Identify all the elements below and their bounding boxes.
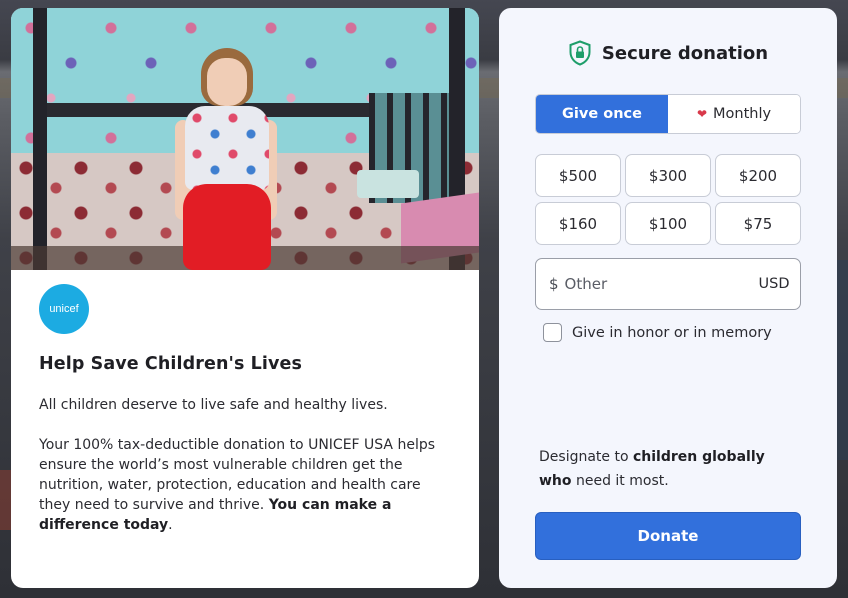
currency-symbol: $: [549, 275, 559, 293]
child-face: [207, 58, 247, 106]
amount-button-160[interactable]: $160: [535, 202, 621, 245]
honor-memory-label: Give in honor or in memory: [572, 324, 772, 341]
monthly-label: Monthly: [713, 106, 772, 122]
photo-bed-post: [33, 8, 47, 270]
story-lead: All children deserve to live safe and he…: [39, 397, 388, 413]
designation-text: Designate to children globally who need …: [539, 445, 801, 493]
photo-toy: [357, 170, 419, 198]
hero-photo: [11, 8, 479, 270]
child-shirt: [185, 106, 269, 190]
donate-button[interactable]: Donate: [535, 512, 801, 560]
secure-donation-header: Secure donation: [499, 40, 837, 66]
honor-memory-option[interactable]: Give in honor or in memory: [543, 323, 772, 342]
amount-button-500[interactable]: $500: [535, 154, 621, 197]
campaign-story-card: unicef Help Save Children's Lives All ch…: [11, 8, 479, 588]
monthly-button[interactable]: ❤ Monthly: [668, 95, 800, 133]
frequency-toggle: Give once ❤ Monthly: [535, 94, 801, 134]
other-amount-field[interactable]: $ USD: [535, 258, 801, 310]
heart-icon: ❤: [696, 107, 707, 121]
amount-button-300[interactable]: $300: [625, 154, 711, 197]
amount-button-100[interactable]: $100: [625, 202, 711, 245]
designation-suffix: need it most.: [571, 473, 669, 489]
donation-form-card: Secure donation Give once ❤ Monthly $500…: [499, 8, 837, 588]
give-once-label: Give once: [562, 106, 642, 122]
give-once-button[interactable]: Give once: [536, 95, 668, 133]
honor-memory-checkbox[interactable]: [543, 323, 562, 342]
other-amount-input[interactable]: [564, 275, 759, 293]
designation-prefix: Designate to: [539, 449, 633, 465]
photo-child: [171, 48, 281, 270]
unicef-logo: unicef: [39, 284, 89, 334]
story-body: unicef Help Save Children's Lives All ch…: [11, 270, 479, 535]
currency-code: USD: [758, 276, 790, 292]
shield-lock-icon: [569, 40, 591, 66]
story-title: Help Save Children's Lives: [39, 354, 303, 374]
unicef-logo-text: unicef: [49, 303, 79, 315]
story-description: Your 100% tax-deductible donation to UNI…: [39, 435, 451, 535]
amount-button-75[interactable]: $75: [715, 202, 801, 245]
amount-options: $500 $300 $200 $160 $100 $75: [535, 154, 801, 245]
amount-button-200[interactable]: $200: [715, 154, 801, 197]
child-legs: [183, 184, 271, 270]
secure-donation-title: Secure donation: [601, 42, 769, 64]
story-description-end: .: [168, 517, 173, 533]
